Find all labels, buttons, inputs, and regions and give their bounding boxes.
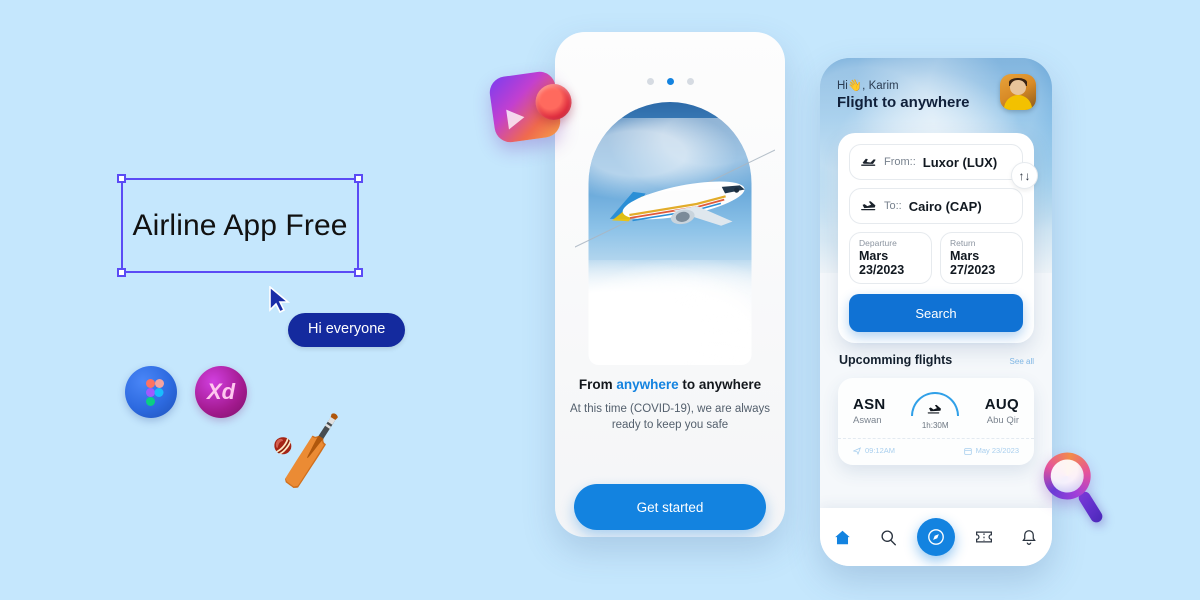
small-plane-icon [927, 403, 943, 418]
departure-value: Mars 23/2023 [859, 249, 905, 277]
nav-item-tickets[interactable] [967, 520, 1001, 554]
depart-date-chip: May 23/2023 [963, 446, 1019, 455]
search-button[interactable]: Search [849, 294, 1023, 332]
depart-time: 09:12AM [865, 446, 896, 455]
nav-item-explore[interactable] [916, 518, 955, 556]
greeting-block: Hi👋, Karim Flight to anywhere [837, 78, 970, 111]
swap-airports-button[interactable]: ↑↓ [1011, 162, 1038, 189]
flight-card[interactable]: ASN Aswan 1h:30M AUQ Abu Qir 09:12AM May… [838, 378, 1034, 465]
see-all-link[interactable]: See all [1010, 357, 1034, 366]
resize-handle-bottom-right[interactable] [354, 268, 363, 277]
carousel-dot-3[interactable] [686, 78, 694, 85]
adobe-xd-label: Xd [206, 379, 236, 404]
booking-phone-mockup: Hi👋, Karim Flight to anywhere From:: Lux… [820, 58, 1052, 566]
nav-item-home[interactable] [826, 520, 860, 554]
video-camera-3d-icon [487, 69, 574, 145]
departure-label: Departure [859, 238, 897, 248]
departure-date-field[interactable]: Departure Mars 23/2023 [849, 232, 932, 284]
adobe-xd-logo-icon[interactable]: Xd [195, 366, 247, 418]
onboarding-title-part1: From [578, 377, 617, 392]
compass-icon [928, 529, 944, 545]
onboarding-phone-mockup: From anywhere to anywhere At this time (… [555, 32, 785, 537]
flight-path-arc [911, 392, 960, 418]
return-value: Mars 27/2023 [950, 249, 996, 277]
upcoming-flights-header: Upcomming flights See all [839, 353, 1034, 367]
calendar-icon [963, 447, 972, 455]
flight-card-footer: 09:12AM May 23/2023 [838, 438, 1034, 465]
hero-airplane-photo [588, 102, 752, 365]
section-title: Upcomming flights [839, 353, 953, 367]
plane-landing-icon [861, 201, 876, 211]
from-label: From:: [884, 156, 916, 168]
from-value: Luxor (LUX) [922, 154, 998, 170]
flight-card-main: ASN Aswan 1h:30M AUQ Abu Qir [838, 378, 1034, 438]
depart-time-chip: 09:12AM [853, 446, 895, 455]
carousel-dots[interactable] [555, 78, 785, 85]
search-icon [881, 529, 896, 545]
bottom-navigation-bar [820, 508, 1052, 566]
mouse-cursor-icon [269, 286, 290, 314]
to-value: Cairo (CAP) [908, 198, 982, 214]
plane-takeoff-icon [861, 158, 876, 166]
send-icon [853, 446, 861, 455]
origin-city: Aswan [853, 415, 882, 426]
flight-search-card: From:: Luxor (LUX) ↑↓ To:: Cairo (CAP) D… [838, 133, 1038, 343]
resize-handle-bottom-left[interactable] [117, 268, 126, 277]
booking-page-title: Flight to anywhere [837, 94, 970, 111]
home-icon [835, 530, 851, 544]
to-field[interactable]: To:: Cairo (CAP) [849, 188, 1023, 224]
to-label: To:: [884, 200, 902, 212]
magnifier-3d-icon [1035, 447, 1119, 531]
origin-code: ASN [853, 396, 886, 413]
user-avatar[interactable] [1000, 74, 1036, 110]
greeting-line: Hi👋, Karim [837, 80, 899, 92]
cricket-emoji-icon: 🏏 [265, 410, 356, 495]
onboarding-copy: From anywhere to anywhere At this time (… [555, 377, 785, 434]
destination-code: AUQ [984, 396, 1019, 413]
figma-logo-icon[interactable] [125, 366, 177, 418]
date-row: Departure Mars 23/2023 Return Mars 27/20… [849, 232, 1023, 284]
onboarding-subtitle: At this time (COVID-19), we are always r… [569, 403, 771, 432]
flight-destination: AUQ Abu Qir [985, 396, 1019, 426]
ticket-icon [975, 531, 992, 543]
onboarding-title-part2: to anywhere [678, 377, 762, 392]
flight-origin: ASN Aswan [853, 396, 886, 426]
flight-duration: 1h:30M [921, 421, 949, 430]
nav-item-notifications[interactable] [1012, 520, 1046, 554]
depart-date: May 23/2023 [975, 446, 1019, 455]
collaborator-name-tag: Hi everyone [288, 313, 406, 347]
onboarding-title-highlight: anywhere [616, 377, 679, 392]
onboarding-title: From anywhere to anywhere [567, 377, 773, 392]
destination-city: Abu Qir [986, 415, 1019, 426]
return-label: Return [950, 238, 976, 248]
get-started-button[interactable]: Get started [574, 484, 766, 530]
resize-handle-top-right[interactable] [354, 174, 363, 183]
bell-icon [1022, 529, 1036, 545]
carousel-dot-1[interactable] [646, 78, 654, 85]
flight-duration-block: 1h:30M [911, 392, 960, 430]
from-field[interactable]: From:: Luxor (LUX) [849, 144, 1023, 180]
artboard-title: Airline App Free [132, 208, 348, 242]
carousel-dot-2[interactable] [666, 78, 674, 85]
resize-handle-top-left[interactable] [117, 174, 126, 183]
selection-frame[interactable]: Airline App Free [117, 174, 363, 277]
return-date-field[interactable]: Return Mars 27/2023 [940, 232, 1023, 284]
design-canvas-area: Airline App Free Hi everyone Xd 🏏 [0, 0, 470, 600]
nav-item-search[interactable] [871, 520, 905, 554]
